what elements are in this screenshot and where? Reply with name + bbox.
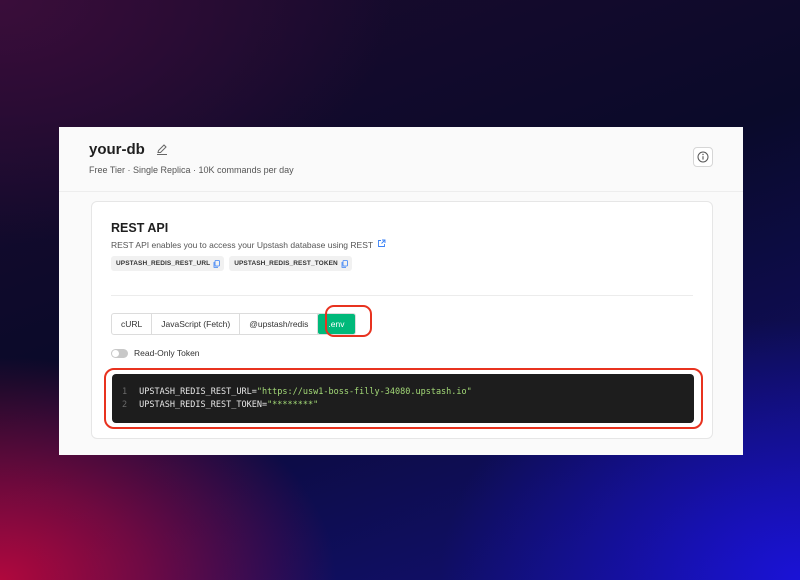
rest-api-panel: REST API REST API enables you to access … (91, 201, 713, 439)
code-line: 1 UPSTASH_REDIS_REST_URL="https://usw1-b… (122, 386, 694, 399)
database-plan-info: Free Tier · Single Replica · 10K command… (89, 165, 294, 175)
env-key: UPSTASH_REDIS_REST_URL= (139, 387, 257, 397)
env-var-label: UPSTASH_REDIS_REST_TOKEN (234, 260, 338, 267)
tab-curl[interactable]: cURL (112, 314, 153, 334)
edit-icon[interactable] (155, 142, 169, 156)
rest-api-description: REST API enables you to access your Upst… (111, 239, 386, 250)
line-number: 2 (122, 400, 128, 410)
info-button[interactable] (693, 147, 713, 167)
external-link-icon[interactable] (377, 239, 386, 250)
env-var-chips: UPSTASH_REDIS_REST_URL UPSTASH_REDIS_RES… (111, 256, 352, 271)
env-var-chip-url[interactable]: UPSTASH_REDIS_REST_URL (111, 256, 225, 271)
copy-icon[interactable] (341, 259, 348, 268)
env-var-chip-token[interactable]: UPSTASH_REDIS_REST_TOKEN (229, 256, 352, 271)
database-name: your-db (89, 141, 145, 158)
rest-api-description-text: REST API enables you to access your Upst… (111, 239, 374, 250)
divider (111, 295, 693, 296)
env-var-label: UPSTASH_REDIS_REST_URL (116, 260, 211, 267)
info-icon (697, 151, 709, 163)
tab-env[interactable]: .env (318, 314, 355, 334)
read-only-token-label: Read-Only Token (134, 348, 200, 358)
env-key: UPSTASH_REDIS_REST_TOKEN= (139, 400, 268, 410)
read-only-token-toggle[interactable] (111, 348, 128, 358)
env-value: "********" (267, 400, 319, 410)
tab-upstash-redis[interactable]: @upstash/redis (240, 314, 319, 334)
rest-api-title: REST API (111, 221, 169, 235)
tab-javascript-fetch[interactable]: JavaScript (Fetch) (152, 314, 241, 334)
line-number: 1 (122, 387, 128, 397)
copy-icon[interactable] (213, 259, 221, 268)
read-only-token-row: Read-Only Token (111, 348, 200, 358)
database-card: your-db Free Tier · Single Replica · 10K… (59, 127, 743, 455)
database-header: your-db Free Tier · Single Replica · 10K… (59, 127, 743, 192)
code-tabs: cURL JavaScript (Fetch) @upstash/redis .… (111, 313, 356, 335)
env-value: "https://usw1-boss-filly-34080.upstash.i… (256, 387, 472, 397)
env-code-block[interactable]: 1 UPSTASH_REDIS_REST_URL="https://usw1-b… (112, 374, 694, 423)
code-line: 2 UPSTASH_REDIS_REST_TOKEN="********" (122, 399, 694, 412)
